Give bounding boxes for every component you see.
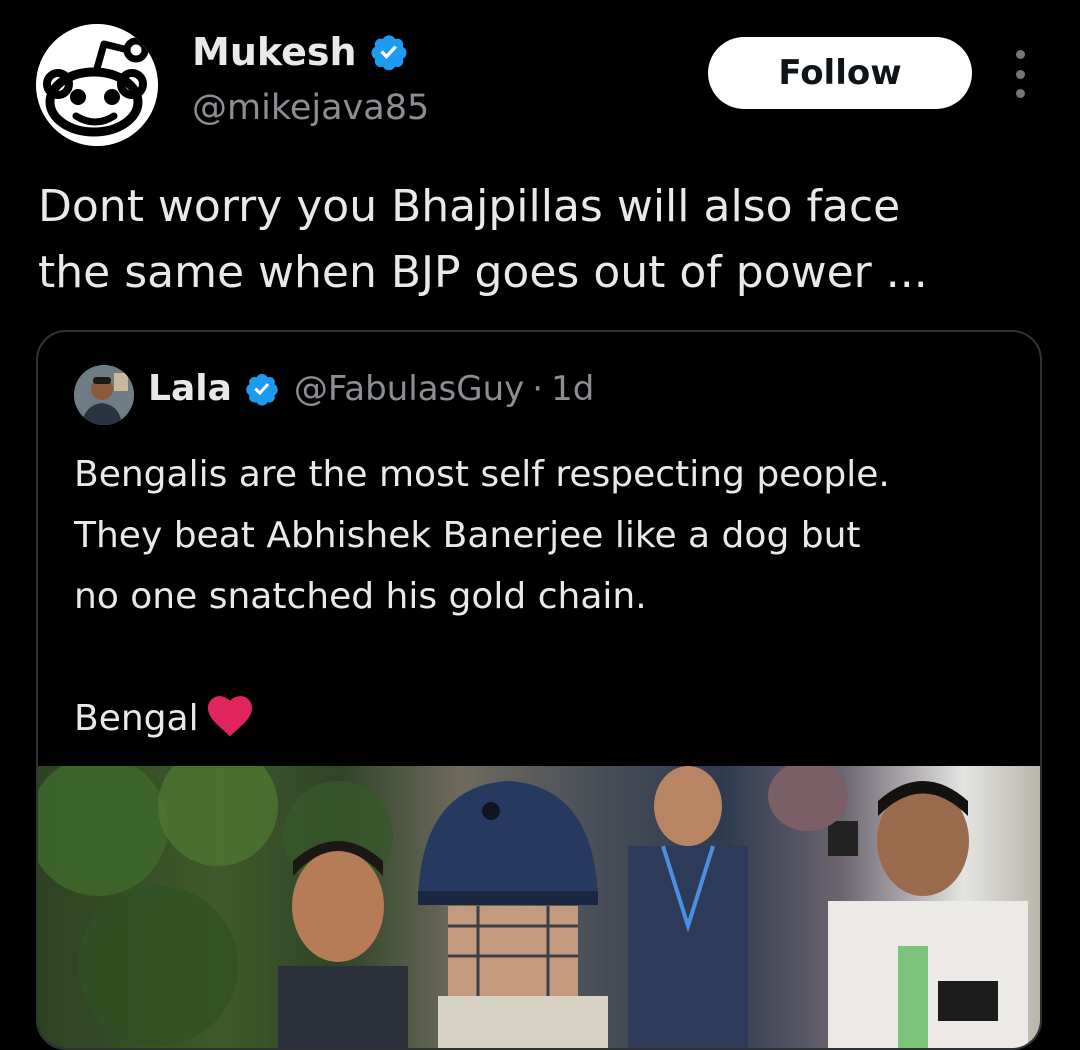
quoted-author-name[interactable]: Lala [148, 368, 232, 409]
separator-dot: · [532, 368, 544, 409]
quoted-author-avatar [74, 365, 134, 425]
quoted-text-bengal: Bengal [74, 698, 199, 739]
quoted-tweet-image[interactable] [38, 766, 1040, 1048]
news-photo-image [38, 766, 1028, 1048]
tweet-text-line: Dont worry you Bhajpillas will also face [38, 181, 901, 232]
author-name-row: Mukesh [192, 30, 409, 74]
tweet-text-line: the same when BJP goes out of power ... [38, 247, 928, 298]
verified-badge-icon [246, 373, 278, 405]
author-avatar[interactable] [36, 24, 158, 146]
quoted-text-line: no one snatched his gold chain. [74, 576, 647, 617]
quoted-tweet-card[interactable]: Lala @FabulasGuy · 1d Bengalis are the m… [36, 330, 1042, 1050]
quoted-author-handle[interactable]: @FabulasGuy [294, 369, 524, 409]
red-heart-icon [207, 696, 252, 737]
quoted-text-line: Bengalis are the most self respecting pe… [74, 454, 890, 495]
verified-badge-icon [371, 35, 407, 71]
follow-button[interactable]: Follow [708, 37, 972, 109]
author-name[interactable]: Mukesh [192, 30, 357, 74]
quoted-tweet-text: Bengalis are the most self respecting pe… [74, 444, 1034, 749]
quoted-text-line: They beat Abhishek Banerjee like a dog b… [74, 515, 861, 556]
more-vertical-icon[interactable] [1002, 50, 1038, 98]
quoted-tweet-header: Lala @FabulasGuy · 1d [148, 368, 594, 409]
quoted-text-line-last: Bengal [74, 688, 1034, 749]
reddit-alien-icon [36, 24, 158, 146]
quoted-tweet-time[interactable]: 1d [551, 369, 594, 409]
tweet-text: Dont worry you Bhajpillas will also face… [38, 174, 1048, 306]
person-photo-icon [74, 365, 134, 425]
author-handle[interactable]: @mikejava85 [192, 88, 429, 128]
